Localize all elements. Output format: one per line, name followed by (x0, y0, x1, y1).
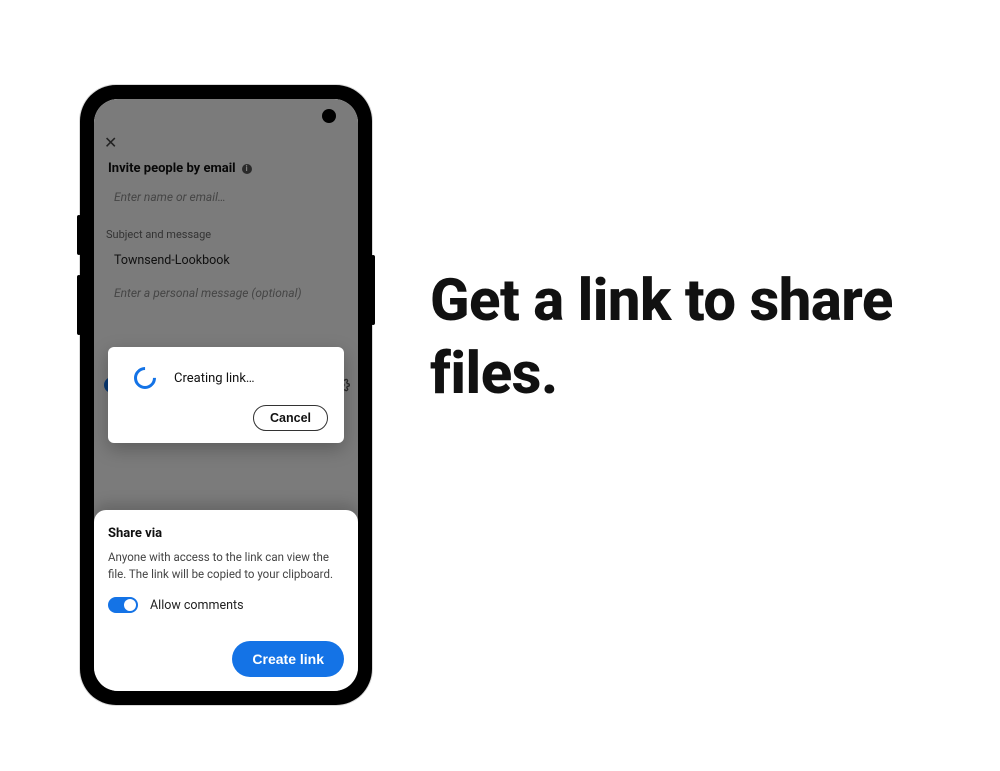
promo-stage: Get a link to share files. ✕ Invite peop… (0, 0, 1000, 771)
cancel-button[interactable]: Cancel (253, 405, 328, 431)
create-link-button[interactable]: Create link (232, 641, 344, 677)
phone-side-button (77, 215, 81, 255)
phone-side-button (77, 275, 81, 335)
loading-spinner-icon (129, 362, 160, 393)
headline-text: Get a link to share files. (430, 265, 970, 410)
phone-screen: ✕ Invite people by email i Enter name or… (94, 99, 358, 691)
phone-side-button (371, 255, 375, 325)
creating-link-dialog: Creating link… Cancel (108, 347, 344, 443)
phone-frame: ✕ Invite people by email i Enter name or… (80, 85, 372, 705)
share-via-sheet: Share via Anyone with access to the link… (94, 510, 358, 692)
allow-comments-label: Allow comments (150, 598, 244, 613)
share-via-description: Anyone with access to the link can view … (108, 549, 344, 584)
allow-comments-toggle[interactable] (108, 597, 138, 613)
dialog-status-text: Creating link… (174, 371, 255, 386)
share-via-title: Share via (108, 526, 344, 541)
camera-hole (322, 109, 336, 123)
